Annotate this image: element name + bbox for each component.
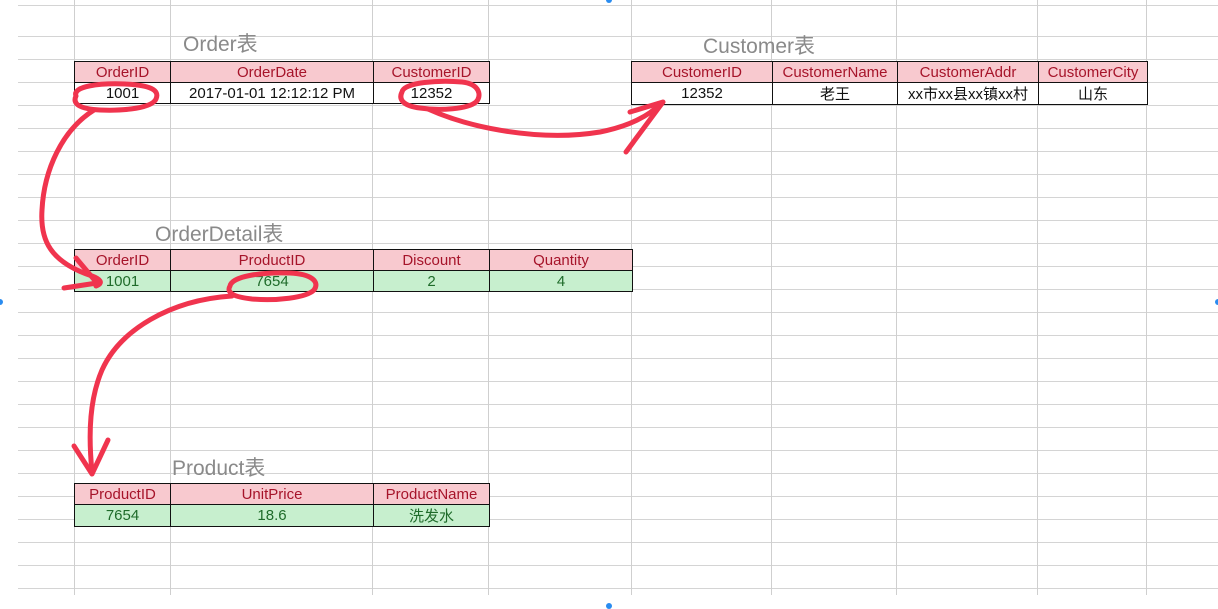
- data-cell[interactable]: 2017-01-01 12:12:12 PM: [170, 82, 374, 104]
- header-cell[interactable]: Discount: [373, 249, 490, 271]
- data-cell[interactable]: 4: [489, 270, 633, 292]
- header-cell[interactable]: ProductID: [170, 249, 374, 271]
- header-cell[interactable]: CustomerID: [373, 61, 490, 83]
- header-cell[interactable]: Quantity: [489, 249, 633, 271]
- product-table: ProductID UnitPrice ProductName 7654 18.…: [74, 483, 490, 527]
- data-cell[interactable]: 洗发水: [373, 504, 490, 527]
- customer-table: CustomerID CustomerName CustomerAddr Cus…: [631, 61, 1148, 105]
- data-cell[interactable]: 12352: [631, 82, 773, 105]
- orderdetail-table-title: OrderDetail表: [155, 223, 284, 246]
- data-cell[interactable]: 山东: [1038, 82, 1148, 105]
- header-cell[interactable]: OrderID: [74, 249, 171, 271]
- selection-handle[interactable]: [0, 299, 3, 305]
- header-cell[interactable]: CustomerName: [772, 61, 898, 83]
- header-cell[interactable]: UnitPrice: [170, 483, 374, 505]
- header-cell[interactable]: OrderID: [74, 61, 171, 83]
- data-cell[interactable]: 1001: [74, 270, 171, 292]
- selection-handle[interactable]: [606, 603, 612, 609]
- header-cell[interactable]: ProductID: [74, 483, 171, 505]
- header-cell[interactable]: CustomerCity: [1038, 61, 1148, 83]
- order-table-title: Order表: [183, 33, 258, 56]
- header-cell[interactable]: CustomerAddr: [897, 61, 1039, 83]
- customer-table-title: Customer表: [703, 35, 816, 58]
- header-cell[interactable]: CustomerID: [631, 61, 773, 83]
- data-cell[interactable]: 老王: [772, 82, 898, 105]
- header-cell[interactable]: OrderDate: [170, 61, 374, 83]
- product-table-title: Product表: [172, 457, 266, 480]
- header-cell[interactable]: ProductName: [373, 483, 490, 505]
- data-cell[interactable]: xx市xx县xx镇xx村: [897, 82, 1039, 105]
- data-cell[interactable]: 1001: [74, 82, 171, 104]
- data-cell[interactable]: 7654: [170, 270, 374, 292]
- data-cell[interactable]: 2: [373, 270, 490, 292]
- data-cell[interactable]: 12352: [373, 82, 490, 104]
- data-cell[interactable]: 7654: [74, 504, 171, 527]
- data-cell[interactable]: 18.6: [170, 504, 374, 527]
- order-table: OrderID OrderDate CustomerID 1001 2017-0…: [74, 61, 490, 104]
- orderdetail-table: OrderID ProductID Discount Quantity 1001…: [74, 249, 633, 292]
